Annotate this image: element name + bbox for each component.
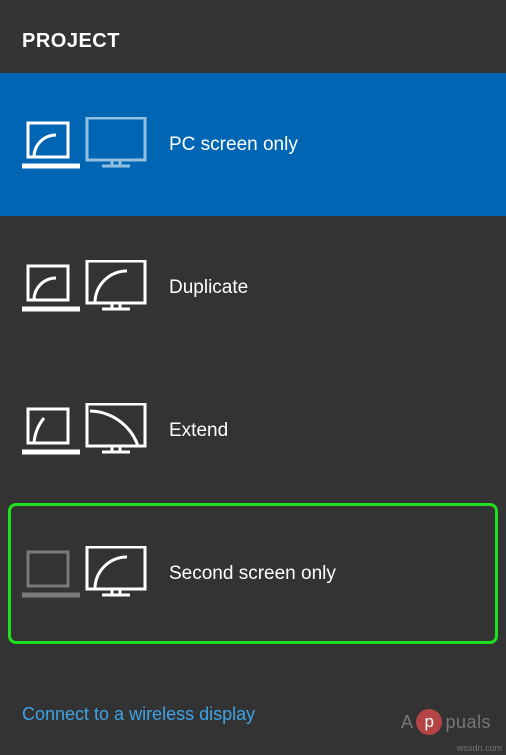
options-list: PC screen only Duplicate bbox=[0, 73, 506, 645]
pc-only-icon bbox=[22, 115, 147, 175]
option-second-screen-only[interactable]: Second screen only bbox=[0, 502, 506, 645]
connect-wireless-link[interactable]: Connect to a wireless display bbox=[22, 704, 255, 725]
watermark: A p puals bbox=[401, 709, 491, 735]
watermark-suffix: puals bbox=[445, 712, 491, 733]
duplicate-icon bbox=[22, 258, 147, 318]
option-label: Extend bbox=[169, 420, 228, 442]
option-duplicate[interactable]: Duplicate bbox=[0, 216, 506, 359]
option-label: Duplicate bbox=[169, 277, 248, 299]
watermark-prefix: A bbox=[401, 712, 414, 733]
option-extend[interactable]: Extend bbox=[0, 359, 506, 502]
source-text: wsxdn.com bbox=[457, 743, 502, 753]
panel-header: PROJECT bbox=[0, 0, 506, 73]
project-panel: PROJECT PC screen only bbox=[0, 0, 506, 755]
option-label: PC screen only bbox=[169, 134, 298, 156]
watermark-badge: p bbox=[416, 709, 442, 735]
option-label: Second screen only bbox=[169, 563, 336, 585]
extend-icon bbox=[22, 401, 147, 461]
second-only-icon bbox=[22, 544, 147, 604]
panel-title: PROJECT bbox=[22, 30, 484, 53]
option-pc-screen-only[interactable]: PC screen only bbox=[0, 73, 506, 216]
